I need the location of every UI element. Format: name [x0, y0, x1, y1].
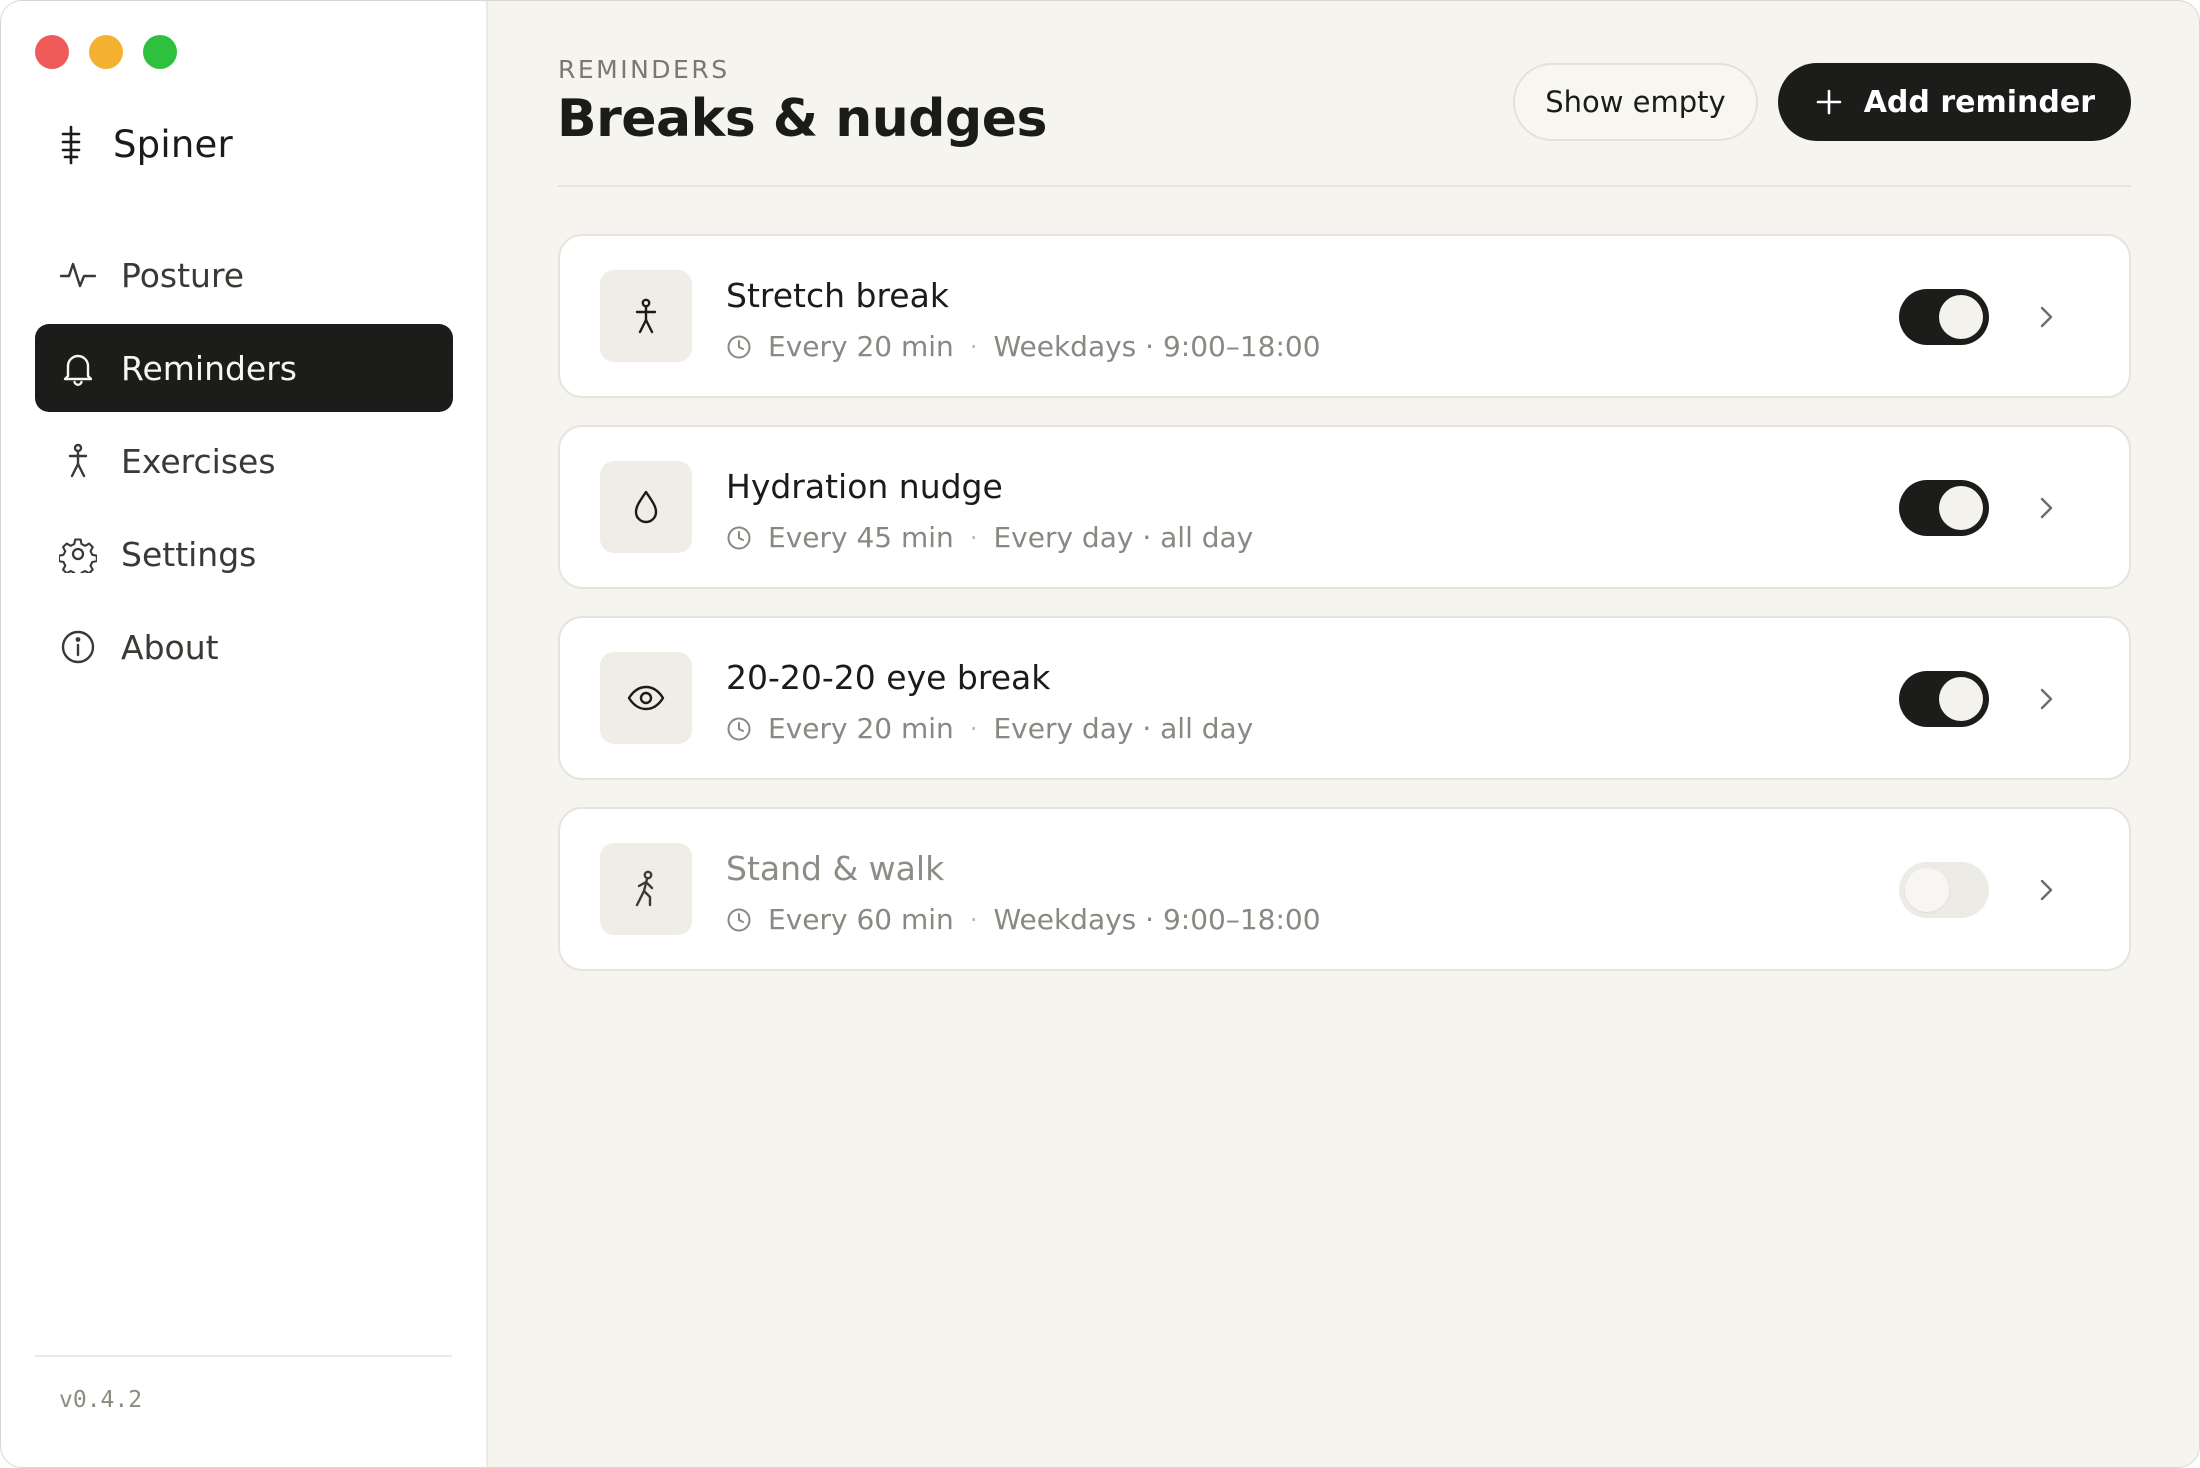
reminder-interval: Every 60 min — [768, 903, 954, 936]
pulse-icon — [59, 262, 97, 288]
page-title: Breaks & nudges — [557, 89, 1047, 149]
reminder-card-stretch[interactable]: Stretch break Every 20 min · Weekdays · … — [558, 234, 2131, 398]
reminder-meta: Every 20 min · Every day · all day — [726, 712, 1253, 745]
meta-separator: · — [969, 332, 978, 361]
sidebar-item-settings[interactable]: Settings — [35, 510, 453, 598]
reminder-interval: Every 20 min — [768, 330, 954, 363]
reminder-meta: Every 60 min · Weekdays · 9:00–18:00 — [726, 903, 1321, 936]
reminder-card-hydration[interactable]: Hydration nudge Every 45 min · Every day… — [558, 425, 2131, 589]
reminder-title: Stand & walk — [726, 849, 945, 888]
sidebar-item-label: About — [121, 627, 219, 667]
sidebar-item-label: Settings — [121, 534, 257, 574]
reminder-toggle[interactable] — [1899, 289, 1989, 345]
person-icon — [68, 443, 88, 478]
sidebar-item-posture[interactable]: Posture — [35, 231, 453, 319]
toggle-knob — [1939, 295, 1983, 339]
clock-icon — [727, 335, 751, 358]
sidebar-item-exercises[interactable]: Exercises — [35, 417, 453, 505]
plus-icon — [1816, 89, 1842, 115]
app-name: Spiner — [113, 123, 233, 166]
reminder-title: Hydration nudge — [726, 467, 1003, 506]
sidebar-item-about[interactable]: About — [35, 603, 453, 691]
sidebar-nav: Posture Reminders Exercises Settings Abo… — [35, 231, 453, 696]
reminder-meta: Every 20 min · Weekdays · 9:00–18:00 — [726, 330, 1321, 363]
reminder-schedule: Every day · all day — [993, 712, 1254, 745]
reminder-icon-tile — [600, 652, 692, 744]
sidebar-item-label: Exercises — [121, 441, 276, 481]
show-empty-button[interactable]: Show empty — [1513, 63, 1758, 141]
clock-icon — [727, 908, 751, 931]
clock-icon — [727, 526, 751, 549]
version-label: v0.4.2 — [59, 1387, 143, 1413]
sidebar: Spiner Posture Reminders Exercises Setti… — [1, 1, 488, 1467]
reminder-toggle[interactable] — [1899, 862, 1989, 918]
zoom-window-button[interactable] — [143, 35, 177, 69]
reminder-title: 20-20-20 eye break — [726, 658, 1051, 697]
minimize-window-button[interactable] — [89, 35, 123, 69]
reminder-schedule: Every day · all day — [993, 521, 1254, 554]
sidebar-footer: v0.4.2 — [35, 1355, 452, 1413]
add-reminder-label: Add reminder — [1863, 84, 2095, 120]
section-eyebrow: REMINDERS — [558, 55, 730, 84]
sidebar-item-reminders[interactable]: Reminders — [35, 324, 453, 412]
chevron-right-icon[interactable] — [2031, 875, 2061, 905]
reminder-icon-tile — [600, 843, 692, 935]
reminder-meta: Every 45 min · Every day · all day — [726, 521, 1253, 554]
clock-icon — [727, 717, 751, 740]
chevron-right-icon[interactable] — [2031, 302, 2061, 332]
sidebar-item-label: Posture — [121, 255, 245, 295]
toggle-knob — [1905, 868, 1949, 912]
toggle-knob — [1939, 486, 1983, 530]
reminder-title: Stretch break — [726, 276, 949, 315]
main-content: REMINDERS Breaks & nudges Show empty Add… — [488, 1, 2199, 1467]
walking-person-icon — [635, 870, 654, 907]
eye-icon — [627, 685, 665, 711]
bell-icon — [63, 354, 93, 386]
reminder-card-stand-walk[interactable]: Stand & walk Every 60 min · Weekdays · 9… — [558, 807, 2131, 971]
brand: Spiner — [57, 123, 233, 166]
reminder-schedule: Weekdays · 9:00–18:00 — [993, 330, 1321, 363]
info-icon — [61, 630, 95, 664]
chevron-right-icon[interactable] — [2031, 493, 2061, 523]
toggle-knob — [1939, 677, 1983, 721]
close-window-button[interactable] — [35, 35, 69, 69]
window-controls — [35, 35, 177, 69]
header-actions: Show empty Add reminder — [1513, 63, 2131, 141]
sidebar-item-label: Reminders — [121, 348, 297, 388]
stretch-person-icon — [635, 298, 657, 334]
header-divider — [558, 185, 2131, 187]
reminder-toggle[interactable] — [1899, 671, 1989, 727]
reminder-icon-tile — [600, 461, 692, 553]
reminder-toggle[interactable] — [1899, 480, 1989, 536]
water-drop-icon — [634, 490, 658, 524]
meta-separator: · — [969, 523, 978, 552]
reminder-list: Stretch break Every 20 min · Weekdays · … — [558, 234, 2131, 998]
app-window: Spiner Posture Reminders Exercises Setti… — [0, 0, 2200, 1468]
gear-icon — [59, 538, 97, 573]
add-reminder-button[interactable]: Add reminder — [1777, 63, 2131, 141]
spine-logo-icon — [61, 125, 81, 164]
meta-separator: · — [969, 905, 978, 934]
reminder-interval: Every 20 min — [768, 712, 954, 745]
reminder-icon-tile — [600, 270, 692, 362]
reminder-interval: Every 45 min — [768, 521, 954, 554]
meta-separator: · — [969, 714, 978, 743]
chevron-right-icon[interactable] — [2031, 684, 2061, 714]
reminder-card-eye-break[interactable]: 20-20-20 eye break Every 20 min · Every … — [558, 616, 2131, 780]
reminder-schedule: Weekdays · 9:00–18:00 — [993, 903, 1321, 936]
